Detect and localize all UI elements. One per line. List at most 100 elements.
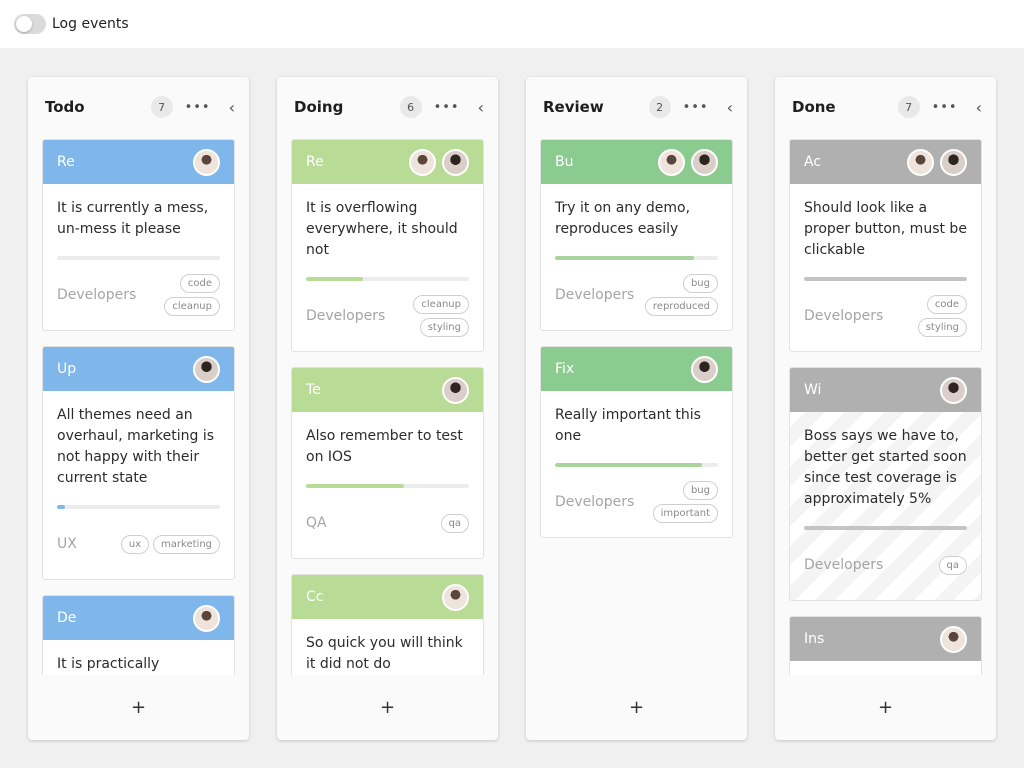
task-card[interactable]: Up All themes need an overhaul, marketin… bbox=[42, 346, 235, 580]
collapse-chevron-icon[interactable]: ‹ bbox=[229, 98, 235, 117]
card-code: Wi bbox=[804, 382, 822, 398]
progress-bar bbox=[804, 277, 967, 281]
task-card[interactable]: Cc So quick you will think it did not do… bbox=[291, 574, 484, 675]
assignee-avatar bbox=[940, 625, 967, 653]
progress-bar bbox=[306, 484, 469, 488]
kanban-board: Todo 7 ••• ‹ Re It is currently a mess, … bbox=[28, 77, 996, 740]
assignee-avatar bbox=[193, 604, 220, 632]
column-header: Doing 6 ••• ‹ bbox=[277, 77, 498, 137]
tag-list: qa bbox=[938, 555, 967, 575]
card-description: Try it on any demo, reproduces easily bbox=[555, 200, 691, 237]
task-card[interactable]: Wi Boss says we have to, better get star… bbox=[789, 367, 982, 601]
card-body: It is currently a mess, un-mess it pleas… bbox=[43, 184, 234, 330]
add-card-button[interactable]: + bbox=[28, 674, 249, 740]
column-done: Done 7 ••• ‹ Ac Should look like a prope… bbox=[775, 77, 996, 740]
card-footer: Developers code styling bbox=[804, 293, 967, 339]
tag-chip: bug bbox=[682, 274, 718, 293]
toggle-knob bbox=[16, 16, 32, 32]
tag-list: bug reproduced bbox=[644, 274, 718, 316]
team-label: Developers bbox=[306, 308, 386, 324]
collapse-chevron-icon[interactable]: ‹ bbox=[478, 98, 484, 117]
card-footer: Developers bug important bbox=[555, 479, 718, 525]
card-description: So quick you will think it did not do an… bbox=[306, 635, 463, 672]
card-code: Ac bbox=[804, 154, 822, 170]
tag-chip: ux bbox=[120, 534, 150, 554]
card-code: Re bbox=[57, 154, 75, 170]
card-count-badge: 6 bbox=[399, 96, 422, 118]
card-footer: Developers bug reproduced bbox=[555, 272, 718, 318]
card-description: Boss says we have to, better get started… bbox=[804, 428, 967, 507]
tag-list: code cleanup bbox=[164, 274, 220, 316]
card-code: Up bbox=[57, 361, 77, 377]
assignee-avatar bbox=[409, 148, 436, 176]
task-card[interactable]: Re It is overflowing everywhere, it shou… bbox=[291, 139, 484, 352]
card-header: Fix bbox=[541, 347, 732, 391]
task-card[interactable]: De It is practically impossible to overr… bbox=[42, 595, 235, 675]
progress-fill bbox=[57, 505, 66, 509]
team-label: Developers bbox=[555, 494, 635, 510]
card-header: Ac bbox=[790, 140, 981, 184]
task-card[interactable]: Te Also remember to test on IOS QA qa bbox=[291, 367, 484, 559]
tag-list: ux marketing bbox=[120, 534, 220, 554]
column-review: Review 2 ••• ‹ Bu Try it on any demo, re… bbox=[526, 77, 747, 740]
add-card-button[interactable]: + bbox=[526, 674, 747, 740]
card-header: De bbox=[43, 596, 234, 640]
assignee-avatar bbox=[442, 148, 469, 176]
tag-chip: marketing bbox=[153, 534, 220, 554]
tag-list: bug important bbox=[652, 481, 718, 523]
card-header: Wi bbox=[790, 368, 981, 412]
column-title: Review bbox=[543, 98, 604, 116]
card-code: Te bbox=[306, 382, 321, 398]
team-label: Developers bbox=[555, 287, 635, 303]
card-header: Bu bbox=[541, 140, 732, 184]
progress-bar bbox=[555, 463, 718, 467]
tag-chip: qa bbox=[440, 513, 469, 533]
card-header: Te bbox=[292, 368, 483, 412]
card-description: It is currently a mess, un-mess it pleas… bbox=[57, 200, 209, 237]
task-card[interactable]: Fix Really important this one Developers… bbox=[540, 346, 733, 538]
progress-bar bbox=[804, 526, 967, 530]
log-events-toggle[interactable] bbox=[14, 14, 46, 34]
task-card[interactable]: Bu Try it on any demo, reproduces easily… bbox=[540, 139, 733, 331]
progress-fill bbox=[555, 256, 694, 260]
card-list: Bu Try it on any demo, reproduces easily… bbox=[540, 139, 733, 675]
top-bar: Log events bbox=[0, 0, 1024, 48]
add-card-button[interactable]: + bbox=[775, 674, 996, 740]
card-footer: Developers code cleanup bbox=[57, 272, 220, 318]
tag-chip: qa bbox=[938, 555, 967, 575]
tag-chip: bug bbox=[682, 481, 718, 500]
assignee-avatar bbox=[442, 376, 469, 404]
column-header: Done 7 ••• ‹ bbox=[775, 77, 996, 137]
more-options-icon[interactable]: ••• bbox=[683, 100, 709, 115]
add-card-button[interactable]: + bbox=[277, 674, 498, 740]
progress-fill bbox=[555, 463, 702, 467]
more-options-icon[interactable]: ••• bbox=[932, 100, 958, 115]
tag-chip: cleanup bbox=[413, 295, 469, 314]
task-card[interactable]: Re It is currently a mess, un-mess it pl… bbox=[42, 139, 235, 331]
task-card[interactable]: Ac Should look like a proper button, mus… bbox=[789, 139, 982, 352]
progress-bar bbox=[306, 277, 469, 281]
team-label: QA bbox=[306, 515, 327, 531]
card-description: Also remember to test on IOS bbox=[306, 428, 463, 465]
assignee-avatar bbox=[907, 148, 934, 176]
collapse-chevron-icon[interactable]: ‹ bbox=[976, 98, 982, 117]
team-label: Developers bbox=[804, 557, 884, 573]
assignee-avatar bbox=[658, 148, 685, 176]
tag-chip: styling bbox=[419, 318, 469, 337]
card-body: It is practically impossible to override bbox=[43, 640, 234, 675]
tag-list: code styling bbox=[917, 295, 967, 337]
progress-fill bbox=[804, 277, 967, 281]
assignee-list bbox=[658, 148, 718, 176]
progress-bar bbox=[57, 505, 220, 509]
collapse-chevron-icon[interactable]: ‹ bbox=[727, 98, 733, 117]
progress-bar bbox=[57, 256, 220, 260]
more-options-icon[interactable]: ••• bbox=[185, 100, 211, 115]
card-body: Also remember to test on IOS QA qa bbox=[292, 412, 483, 558]
task-card[interactable]: Ins Another task for bbox=[789, 616, 982, 675]
assignee-list bbox=[940, 376, 967, 404]
more-options-icon[interactable]: ••• bbox=[434, 100, 460, 115]
column-header: Todo 7 ••• ‹ bbox=[28, 77, 249, 137]
assignee-avatar bbox=[691, 148, 718, 176]
card-description: Really important this one bbox=[555, 407, 701, 444]
card-description: It is practically impossible to override bbox=[57, 656, 160, 672]
